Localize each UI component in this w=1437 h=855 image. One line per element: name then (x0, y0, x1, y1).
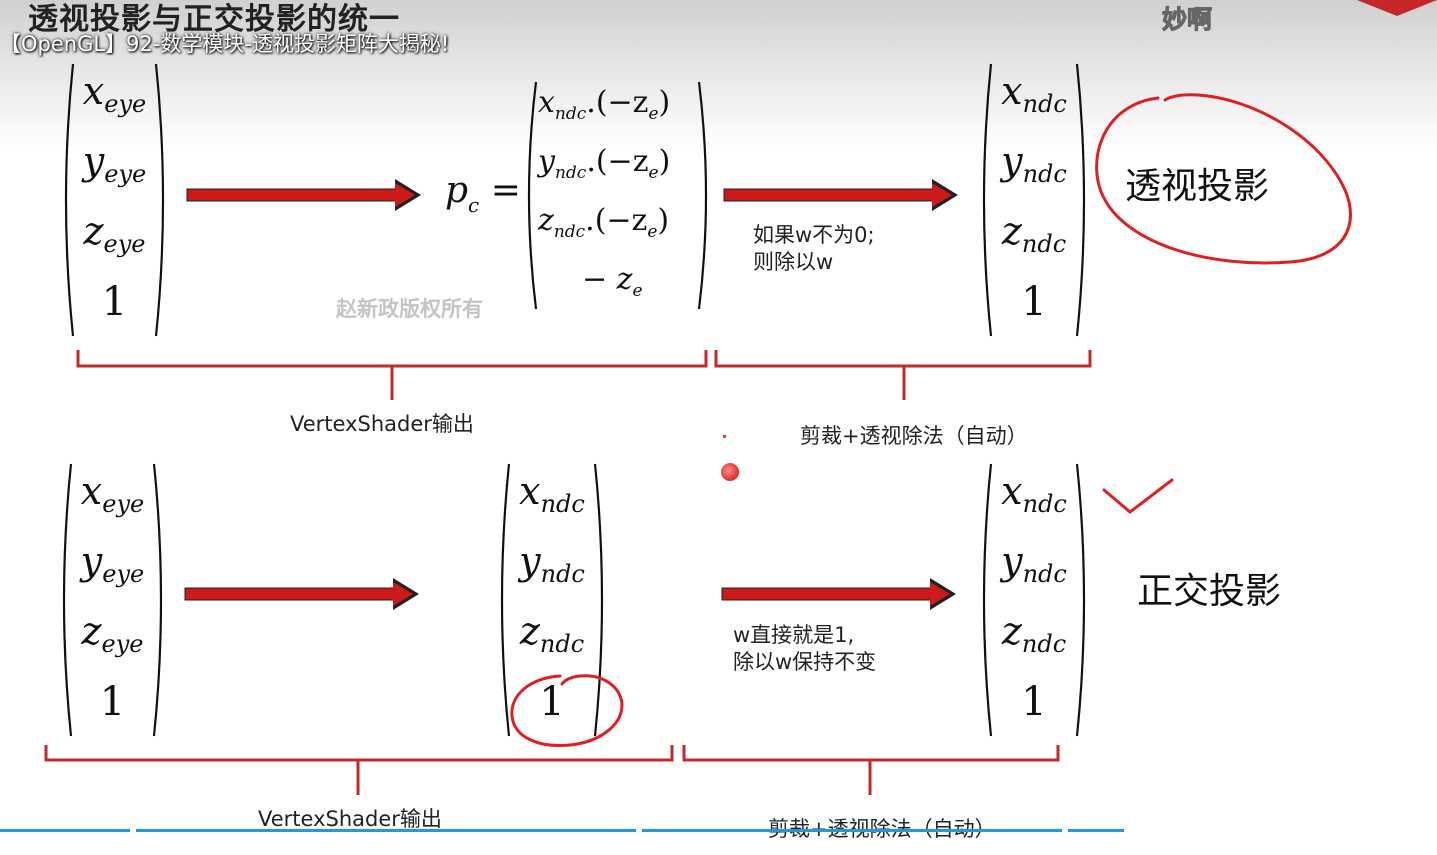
brace-top-left (76, 350, 708, 400)
progress-segment-3[interactable] (642, 829, 1062, 832)
brace-top-right (714, 350, 1092, 400)
progress-segment-1[interactable] (0, 829, 130, 832)
checkmark-annotation (1102, 478, 1174, 514)
w-one-circle-annotation (510, 674, 624, 748)
brace-bottom-left (44, 745, 674, 795)
progress-segment-4[interactable] (1068, 829, 1124, 832)
brace-bottom-right (682, 745, 1060, 795)
progress-segment-2[interactable] (136, 829, 636, 832)
annotation-layer (44, 93, 1352, 795)
perspective-circle-annotation (1095, 93, 1352, 265)
